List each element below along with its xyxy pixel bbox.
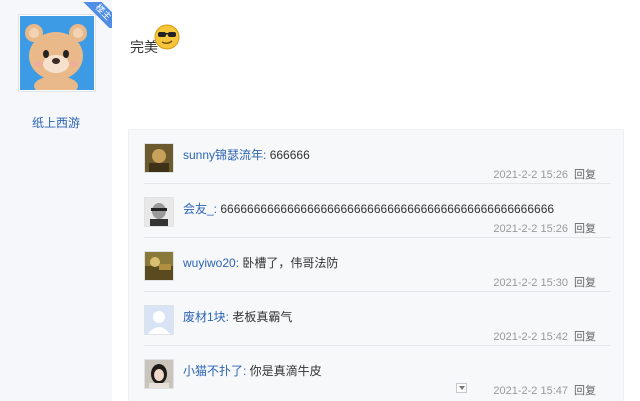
reply-meta: 2021-2-2 15:26 回复	[493, 166, 596, 182]
host-badge: 楼主	[82, 2, 112, 28]
reply-time: 2021-2-2 15:47	[493, 385, 568, 397]
reply-avatar[interactable]	[144, 251, 174, 281]
reply-username[interactable]: 废材1块:	[183, 310, 229, 324]
sunglasses-emoji-icon	[154, 24, 180, 53]
reply-text: 666666	[266, 148, 310, 162]
reply-meta: 2021-2-2 15:42 回复	[493, 328, 596, 344]
reply-text: 6666666666666666666666666666666666666666…	[217, 202, 555, 216]
reply-content: sunny锦瑟流年: 666666	[183, 146, 310, 163]
reply-meta: 2021-2-2 15:47 回复	[493, 382, 596, 398]
reply-meta: 2021-2-2 15:26 回复	[493, 220, 596, 236]
reply-text: 卧槽了，伟哥法防	[239, 256, 339, 270]
reply-avatar[interactable]	[144, 197, 174, 227]
host-badge-label: 楼主	[82, 2, 112, 28]
reply-content: 废材1块: 老板真霸气	[183, 308, 292, 325]
expand-arrow-icon[interactable]	[456, 383, 467, 393]
reply-content: 小猫不扑了: 你是真滴牛皮	[183, 362, 322, 379]
reply-button[interactable]: 回复	[574, 385, 596, 397]
author-sidebar: 纸上西游	[0, 0, 112, 401]
reply-avatar[interactable]	[144, 305, 174, 335]
reply-text: 老板真霸气	[229, 310, 293, 324]
reply-time: 2021-2-2 15:26	[493, 169, 568, 181]
reply-username[interactable]: sunny锦瑟流年:	[183, 148, 266, 162]
reply-button[interactable]: 回复	[574, 331, 596, 343]
reply-button[interactable]: 回复	[574, 277, 596, 289]
reply-button[interactable]: 回复	[574, 223, 596, 235]
reply-item: 会友_: 66666666666666666666666666666666666…	[144, 184, 611, 238]
reply-meta: 2021-2-2 15:30 回复	[493, 274, 596, 290]
reply-item: wuyiwo20: 卧槽了，伟哥法防 2021-2-2 15:30 回复	[144, 238, 611, 292]
reply-username[interactable]: wuyiwo20:	[183, 256, 239, 270]
reply-list: sunny锦瑟流年: 666666 2021-2-2 15:26 回复 会友_: …	[128, 129, 624, 401]
reply-content: 会友_: 66666666666666666666666666666666666…	[183, 200, 554, 217]
reply-time: 2021-2-2 15:30	[493, 277, 568, 289]
reply-text: 你是真滴牛皮	[246, 364, 322, 378]
reply-item: sunny锦瑟流年: 666666 2021-2-2 15:26 回复	[144, 130, 611, 184]
reply-button[interactable]: 回复	[574, 169, 596, 181]
reply-username[interactable]: 会友_:	[183, 202, 217, 216]
reply-time: 2021-2-2 15:26	[493, 223, 568, 235]
reply-item: 废材1块: 老板真霸气 2021-2-2 15:42 回复	[144, 292, 611, 346]
reply-avatar[interactable]	[144, 359, 174, 389]
reply-time: 2021-2-2 15:42	[493, 331, 568, 343]
reply-username[interactable]: 小猫不扑了:	[183, 364, 246, 378]
author-name[interactable]: 纸上西游	[0, 114, 112, 131]
reply-content: wuyiwo20: 卧槽了，伟哥法防	[183, 254, 338, 271]
reply-item: 小猫不扑了: 你是真滴牛皮 2021-2-2 15:47 回复	[144, 346, 611, 399]
reply-avatar[interactable]	[144, 143, 174, 173]
